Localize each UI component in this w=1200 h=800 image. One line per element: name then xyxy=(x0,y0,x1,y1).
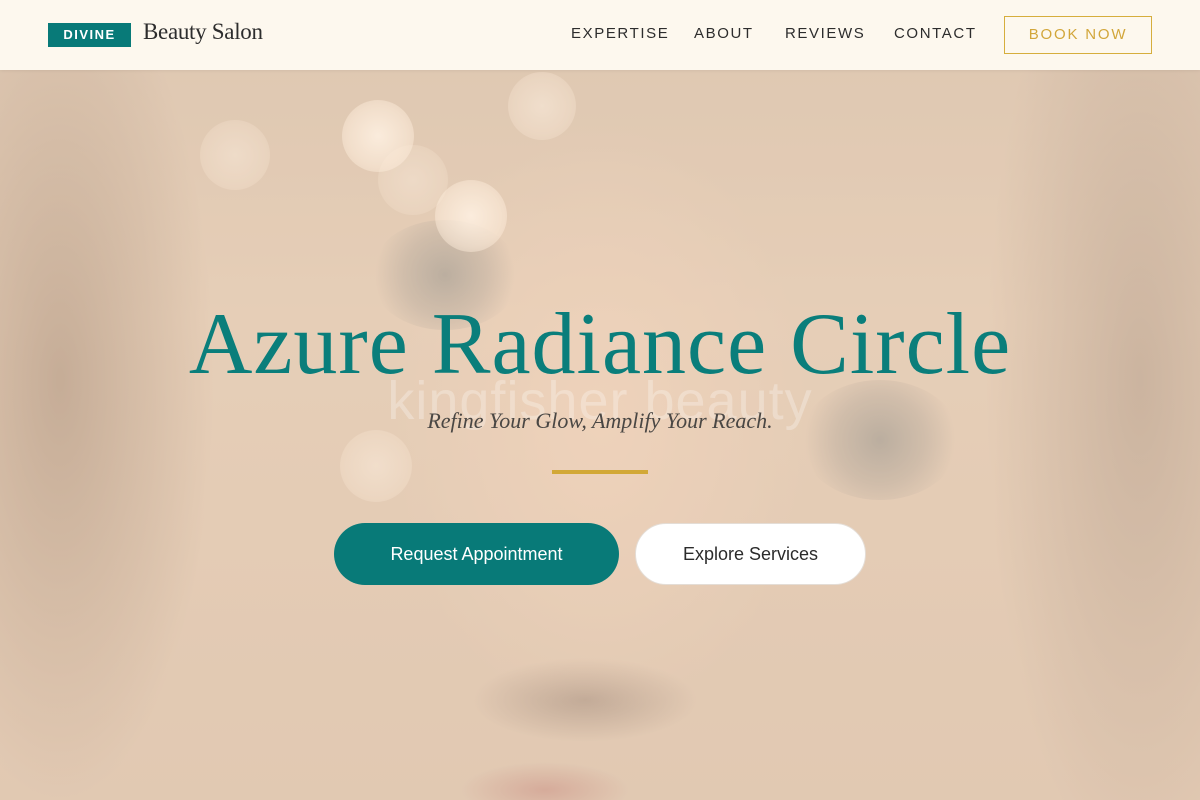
request-appointment-button[interactable]: Request Appointment xyxy=(334,523,619,585)
hero-title: Azure Radiance Circle xyxy=(188,296,1012,393)
nav-link-reviews[interactable]: REVIEWS xyxy=(785,25,865,42)
nav-link-about[interactable]: ABOUT xyxy=(694,25,754,42)
brand-badge[interactable]: DIVINE xyxy=(48,23,131,47)
brand-name[interactable]: Beauty Salon xyxy=(143,19,263,45)
book-now-button[interactable]: BOOK NOW xyxy=(1004,16,1152,54)
explore-services-button[interactable]: Explore Services xyxy=(635,523,866,585)
hero-divider xyxy=(552,470,648,474)
site-header: DIVINE Beauty Salon EXPERTISE ABOUT REVI… xyxy=(0,0,1200,70)
nav-link-contact[interactable]: CONTACT xyxy=(894,25,977,42)
hero-subtitle: Refine Your Glow, Amplify Your Reach. xyxy=(427,408,773,433)
nav-link-expertise[interactable]: EXPERTISE xyxy=(571,25,669,42)
